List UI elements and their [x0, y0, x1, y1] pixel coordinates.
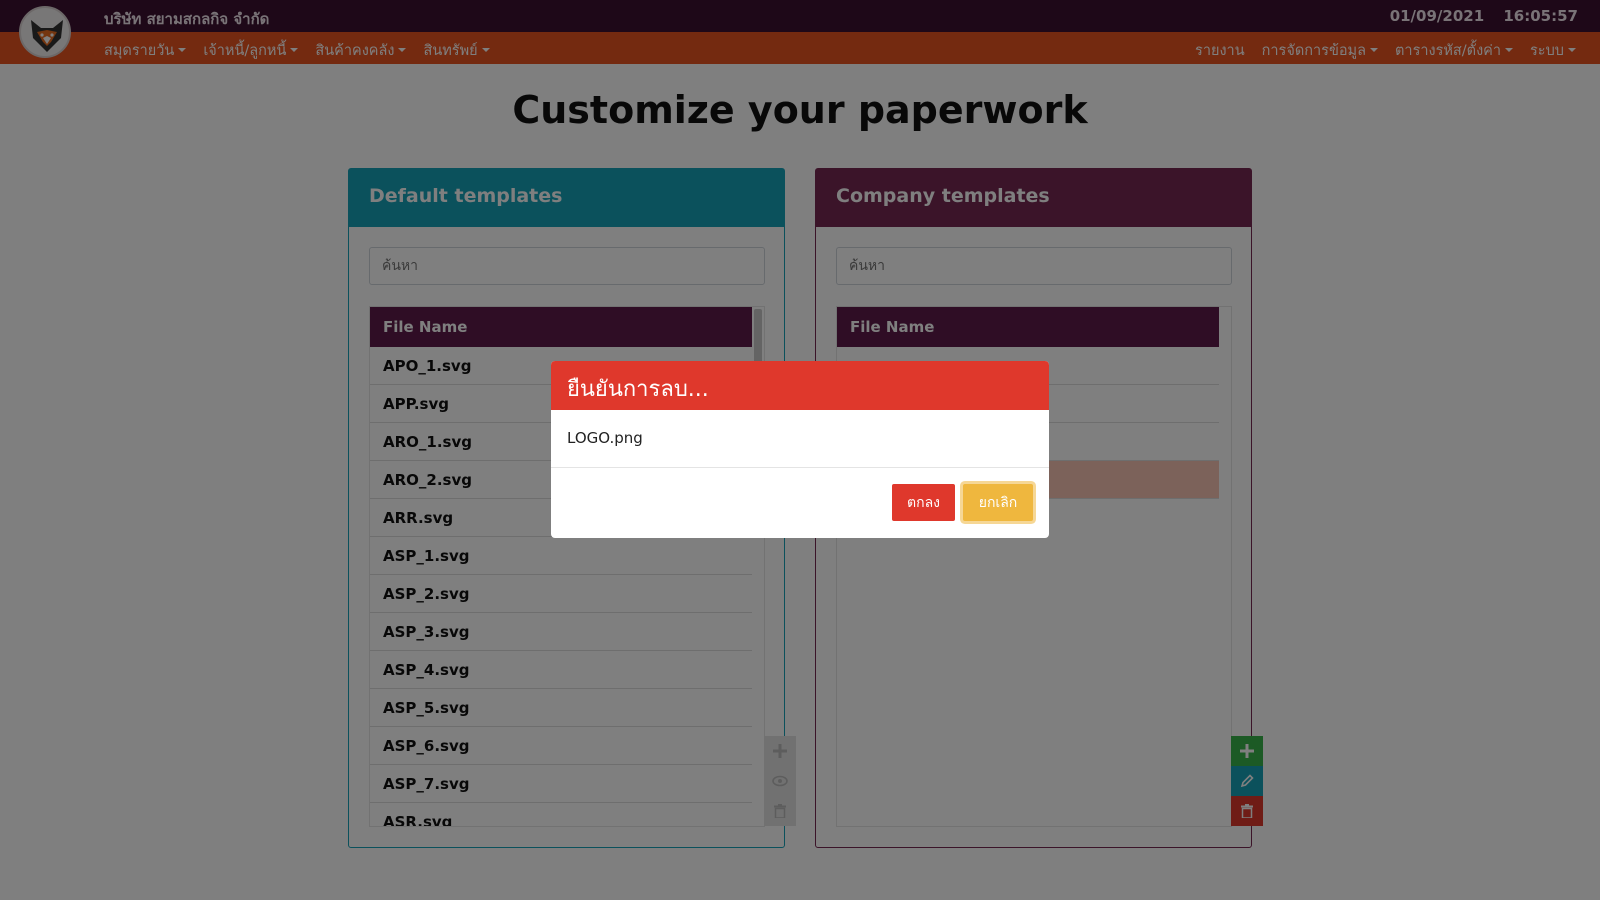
dialog-title: ยืนยันการลบ...: [551, 361, 1049, 410]
confirm-button[interactable]: ตกลง: [892, 484, 955, 521]
cancel-button[interactable]: ยกเลิก: [963, 484, 1033, 521]
dialog-filename: LOGO.png: [551, 410, 1049, 468]
confirm-delete-dialog: ยืนยันการลบ... LOGO.png ตกลง ยกเลิก: [551, 361, 1049, 538]
dialog-footer: ตกลง ยกเลิก: [551, 468, 1049, 538]
